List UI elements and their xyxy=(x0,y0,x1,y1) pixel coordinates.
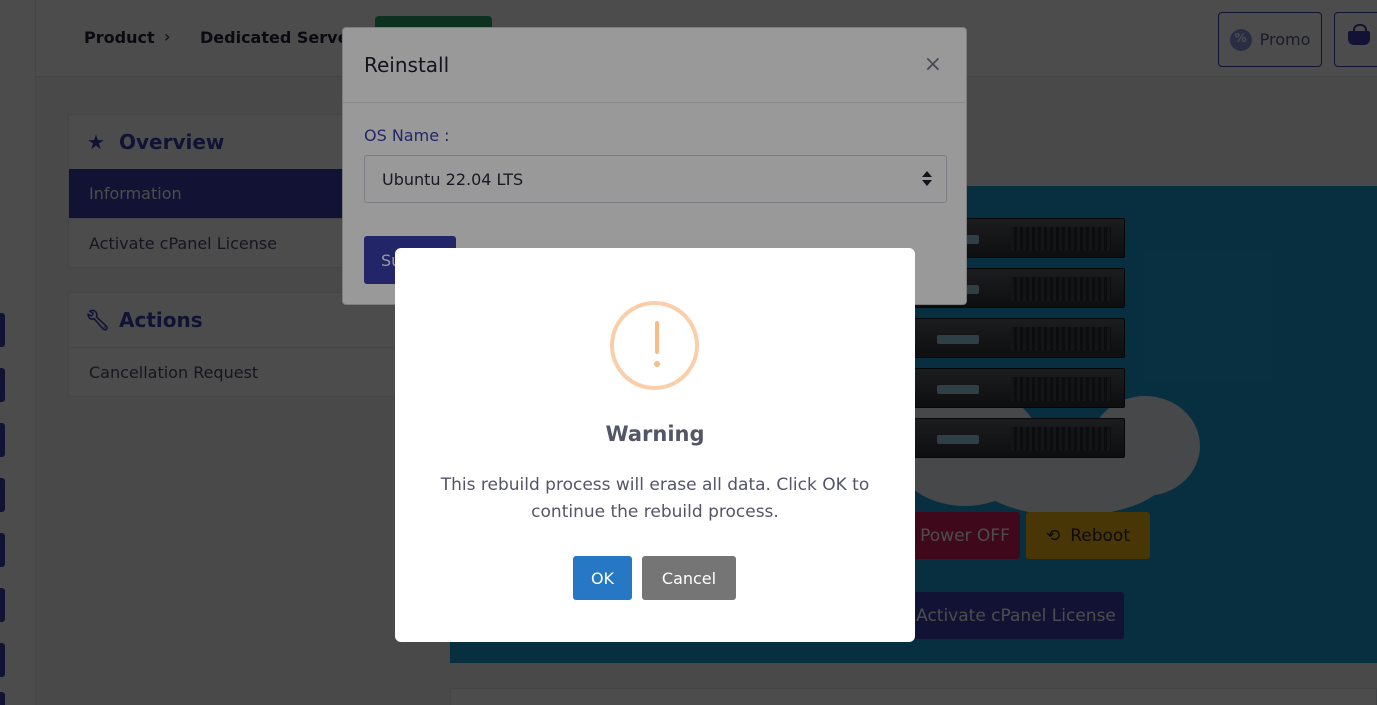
cancel-label: Cancel xyxy=(661,568,717,588)
exclamation-icon xyxy=(610,301,699,390)
warning-dialog: Warning This rebuild process will erase … xyxy=(395,248,915,642)
ok-button[interactable]: OK xyxy=(573,556,632,600)
cancel-button[interactable]: Cancel xyxy=(642,556,736,600)
dialog-title: Warning xyxy=(605,422,705,446)
dialog-message: This rebuild process will erase all data… xyxy=(440,475,870,522)
ok-label: OK xyxy=(590,568,615,588)
